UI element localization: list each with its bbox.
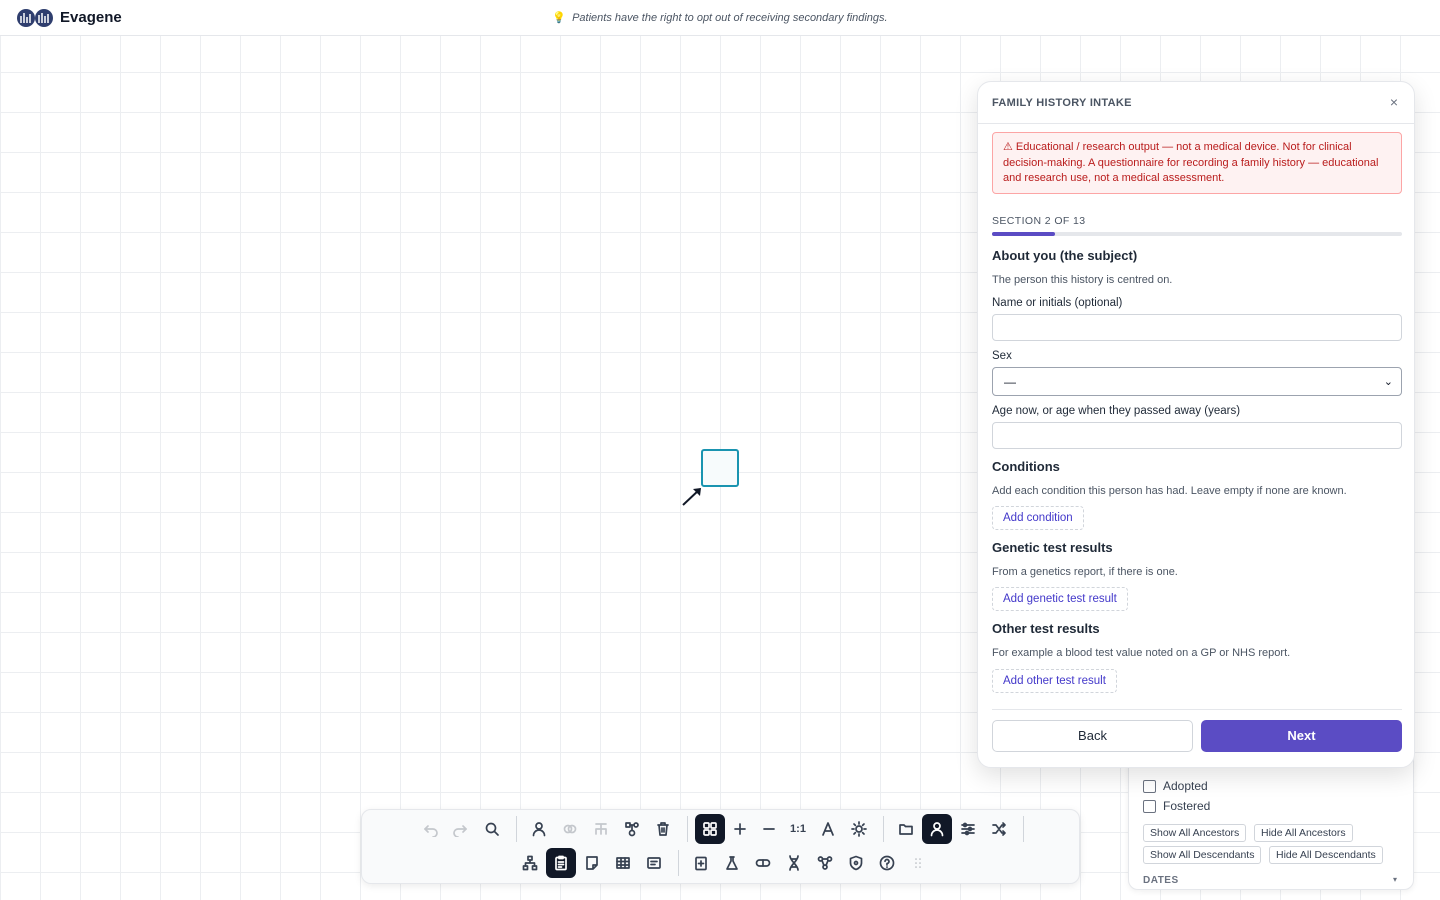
sex-select[interactable]: — ⌄ [992,367,1402,396]
other-tests-heading: Other test results [992,621,1100,636]
genetic-heading: Genetic test results [992,540,1113,555]
lab-icon[interactable] [717,848,747,878]
redo-icon[interactable] [445,814,475,844]
adopted-checkbox[interactable] [1143,779,1156,793]
tip-text: Patients have the right to opt out of re… [572,12,888,24]
settings-icon[interactable] [953,814,983,844]
fostered-label: Fostered [1163,799,1211,813]
chevron-down-icon: ⌄ [1383,376,1393,388]
disclaimer-warning: ⚠ Educational / research output — not a … [992,132,1402,194]
font-icon[interactable] [813,814,843,844]
zoom-out-icon[interactable] [754,814,784,844]
dna-icon[interactable] [779,848,809,878]
family-history-intake-modal: FAMILY HISTORY INTAKE × ⚠ Educational / … [977,81,1415,768]
delete-icon[interactable] [648,814,678,844]
modal-footer-divider [992,709,1402,710]
toolbar-separator [1023,816,1024,842]
adopted-label: Adopted [1163,779,1208,793]
open-file-icon[interactable] [891,814,921,844]
about-description: The person this history is centred on. [992,274,1173,286]
adopted-checkbox-row[interactable]: Adopted [1143,779,1208,793]
undo-icon[interactable] [416,814,446,844]
sex-select-value: — [1004,375,1016,389]
chevron-down-icon[interactable]: ▾ [1393,875,1397,884]
add-other-test-button[interactable]: Add other test result [992,669,1117,693]
close-icon[interactable]: × [1390,94,1398,110]
next-button[interactable]: Next [1201,720,1402,752]
sex-label: Sex [992,350,1012,362]
proband-male-node[interactable] [701,449,739,487]
genetic-description: From a genetics report, if there is one. [992,566,1178,578]
toolbar-separator [516,816,517,842]
lightbulb-icon: 💡 [552,12,567,24]
pill-icon[interactable] [748,848,778,878]
shield-icon[interactable] [841,848,871,878]
toolbar-separator [687,816,688,842]
link-icon[interactable] [555,814,585,844]
person-panel-icon[interactable] [922,814,952,844]
shuffle-icon[interactable] [984,814,1014,844]
name-field[interactable] [992,314,1402,341]
add-person-icon[interactable] [524,814,554,844]
drag-handle-icon[interactable] [903,848,933,878]
section-progress-label: SECTION 2 OF 13 [992,215,1086,227]
hide-all-descendants-button[interactable]: Hide All Descendants [1269,846,1383,864]
search-icon[interactable] [477,814,507,844]
proband-arrow-icon [682,488,701,506]
zoom-reset-button[interactable]: 1:1 [783,814,813,844]
show-all-ancestors-button[interactable]: Show All Ancestors [1143,824,1247,842]
toolbar-separator [678,850,679,876]
family-icon[interactable] [617,814,647,844]
show-all-descendants-button[interactable]: Show All Descendants [1143,846,1262,864]
conditions-description: Add each condition this person has had. … [992,485,1347,497]
add-condition-button[interactable]: Add condition [992,506,1084,530]
modal-title: FAMILY HISTORY INTAKE [992,97,1132,109]
fostered-checkbox-row[interactable]: Fostered [1143,799,1210,813]
dates-section-header[interactable]: DATES [1143,875,1179,886]
section-progress-bar [992,232,1402,236]
age-label: Age now, or age when they passed away (y… [992,405,1241,417]
add-genetic-test-button[interactable]: Add genetic test result [992,587,1128,611]
modal-header: FAMILY HISTORY INTAKE × [978,82,1414,124]
fostered-checkbox[interactable] [1143,799,1156,813]
back-button[interactable]: Back [992,720,1193,752]
app-header: Evagene 💡 Patients have the right to opt … [0,0,1440,36]
age-field[interactable] [992,422,1402,449]
tree-layout-icon[interactable] [515,848,545,878]
name-label: Name or initials (optional) [992,297,1123,309]
table-icon[interactable] [608,848,638,878]
progress-fill [992,232,1056,236]
about-heading: About you (the subject) [992,248,1138,263]
bottom-toolbar: 1:1 [361,809,1080,884]
other-tests-description: For example a blood test value noted on … [992,647,1291,659]
network-icon[interactable] [810,848,840,878]
toolbar-separator [883,816,884,842]
tip-banner: 💡 Patients have the right to opt out of r… [0,11,1440,24]
theme-icon[interactable] [844,814,874,844]
notes-icon[interactable] [577,848,607,878]
zoom-reset-label: 1:1 [790,823,806,835]
conditions-heading: Conditions [992,459,1060,474]
grid-icon[interactable] [695,814,725,844]
clipboard-icon[interactable] [686,848,716,878]
help-icon[interactable] [872,848,902,878]
form-icon[interactable] [639,848,669,878]
intake-icon[interactable] [546,848,576,878]
person-side-panel: Adopted Fostered Show All Ancestors Hide… [1128,756,1414,890]
add-children-icon[interactable] [586,814,616,844]
zoom-in-icon[interactable] [725,814,755,844]
hide-all-ancestors-button[interactable]: Hide All Ancestors [1254,824,1353,842]
